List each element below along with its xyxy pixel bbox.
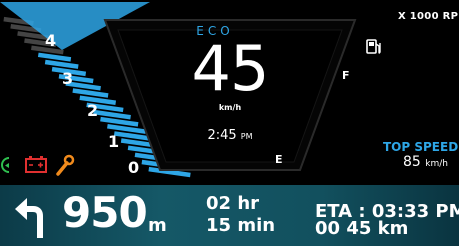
warning-lights — [1, 154, 75, 176]
fuel-pump-icon — [366, 39, 381, 54]
rpm-bar-segment — [44, 59, 79, 69]
top-speed-number: 85 — [403, 154, 421, 170]
rpm-unit-label: X 1000 RPM — [398, 11, 459, 22]
clock-display: 2:45 PM — [185, 128, 275, 143]
trip-duration-minutes: 15 min — [206, 215, 276, 236]
wrench-icon — [56, 154, 75, 176]
rpm-tick-0: 0 — [128, 158, 140, 177]
rpm-tick-3: 3 — [62, 69, 74, 88]
fuel-full-label: F — [342, 69, 350, 82]
remaining-distance: 00 45 km — [315, 218, 409, 239]
top-speed-unit: km/h — [425, 159, 448, 169]
rpm-tick-4: 4 — [45, 31, 57, 50]
navigation-bar: 950 m 02 hr 15 min ETA : 03:33 PM 00 45 … — [0, 185, 459, 246]
turn-distance-unit: m — [148, 215, 167, 236]
battery-icon — [25, 156, 47, 173]
speed-unit: km/h — [218, 103, 242, 112]
turn-signal-icon — [1, 157, 10, 173]
rpm-bar-segment — [100, 116, 139, 127]
rpm-bar-segment — [72, 88, 109, 98]
top-speed-value: 85 km/h — [403, 154, 448, 170]
fuel-empty-label: E — [275, 153, 283, 166]
trip-duration-hours: 02 hr — [206, 193, 260, 214]
top-speed-label: TOP SPEED — [383, 140, 459, 154]
clock-ampm: PM — [240, 132, 253, 141]
speed-value: 45 — [191, 32, 270, 105]
rpm-tick-2: 2 — [87, 101, 99, 120]
rpm-bar-segment — [93, 109, 131, 120]
rpm-tick-1: 1 — [108, 132, 120, 151]
clock-time: 2:45 — [207, 128, 237, 143]
rpm-bar-segment — [37, 52, 72, 62]
turn-distance-value: 950 — [62, 188, 148, 237]
turn-left-arrow-icon — [15, 198, 43, 238]
